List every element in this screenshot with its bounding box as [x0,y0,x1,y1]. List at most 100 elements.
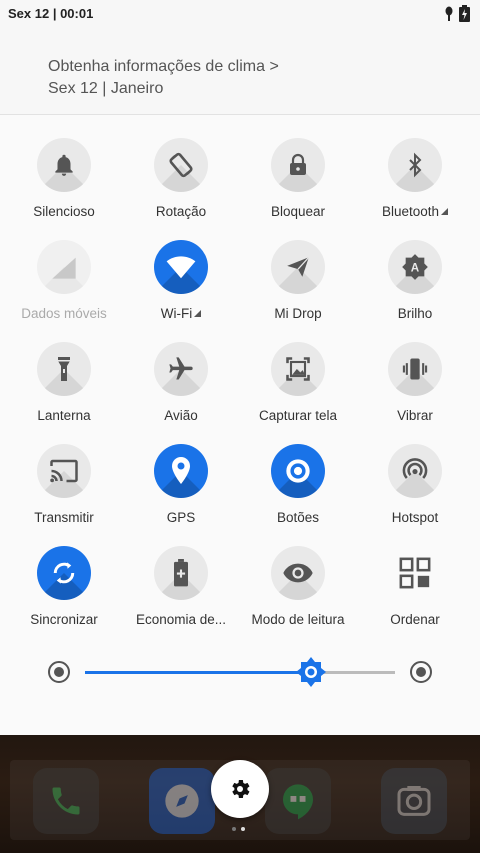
tile-label: GPS [166,510,196,525]
tile-circle [37,240,91,294]
tile-circle [271,444,325,498]
tile-botoes[interactable]: Botões [238,444,358,540]
tile-circle [37,546,91,600]
tile-circle [37,444,91,498]
browser-app[interactable] [149,768,215,834]
tile-circle [154,240,208,294]
tile-circle [271,138,325,192]
tile-label: Transmitir [34,510,94,525]
tile-silencioso[interactable]: Silencioso [4,138,124,234]
tile-label-text: Wi-Fi [160,306,193,321]
tile-label: Hotspot [391,510,439,525]
tile-bloquear[interactable]: Bloquear [238,138,358,234]
svg-text:A: A [411,262,420,275]
tile-wifi[interactable]: Wi-Fi [121,240,241,336]
tile-ordenar[interactable]: Ordenar [355,546,475,642]
eye-icon [283,563,313,583]
phone-icon [52,787,80,815]
tile-label: Mi Drop [274,306,322,321]
tile-circle [154,444,208,498]
tile-rotacao[interactable]: Rotação [121,138,241,234]
tile-label: Lanterna [37,408,91,423]
brightness-max-icon [410,661,432,683]
tile-label: Dados móveis [21,306,107,321]
location-icon [172,457,190,484]
auto-brightness-icon: A [402,254,428,280]
gear-icon [232,780,250,798]
tile-lanterna[interactable]: Lanterna [4,342,124,438]
notification-dot-icon [445,6,453,21]
tile-sincronizar[interactable]: Sincronizar [4,546,124,642]
tile-label: Bloquear [270,204,326,219]
tile-hotspot[interactable]: Hotspot [355,444,475,540]
sync-icon [53,562,75,584]
tile-economia-de-bateria[interactable]: Economia de... [121,546,241,642]
expand-triangle-icon[interactable] [441,208,449,215]
tile-circle [271,546,325,600]
lock-icon [290,153,306,175]
brightness-track-fill [85,671,312,674]
tile-capturar-tela[interactable]: Capturar tela [238,342,358,438]
vibrate-icon [402,358,428,380]
phone-app[interactable] [33,768,99,834]
tile-modo-de-leitura[interactable]: Modo de leitura [238,546,358,642]
tile-vibrar[interactable]: Vibrar [355,342,475,438]
bluetooth-icon [409,152,422,178]
notification-header: Obtenha informações de clima > Sex 12 | … [0,28,480,115]
grid-edit-icon [399,557,431,589]
tile-circle [154,342,208,396]
hotspot-icon [402,458,428,479]
hangouts-icon [283,784,313,820]
tile-circle [37,138,91,192]
tile-transmitir[interactable]: Transmitir [4,444,124,540]
rotation-icon [169,152,193,178]
tile-label: Botões [276,510,320,525]
flashlight-icon [58,357,70,381]
buttons-icon [286,459,310,483]
brightness-thumb[interactable] [295,656,327,688]
page-indicator [232,827,245,831]
tile-circle [154,546,208,600]
camera-app[interactable] [381,768,447,834]
airplane-icon [169,357,193,380]
hangouts-app[interactable] [265,768,331,834]
tile-brilho[interactable]: A Brilho [355,240,475,336]
tile-circle [37,342,91,396]
tile-bluetooth[interactable]: Bluetooth [355,138,475,234]
weather-link[interactable]: Obtenha informações de clima > [48,58,279,76]
tile-label: Wi-Fi [121,306,241,321]
tile-label: Avião [164,408,198,423]
tile-label: Rotação [155,204,207,219]
tile-circle [388,138,442,192]
tile-label: Silencioso [33,204,95,219]
tile-mi-drop[interactable]: Mi Drop [238,240,358,336]
brightness-slider[interactable] [0,640,480,700]
header-date[interactable]: Sex 12 | Janeiro [48,80,163,98]
cast-icon [50,459,78,483]
tile-circle [388,342,442,396]
tile-label: Sincronizar [30,612,98,627]
home-screen-background [0,735,480,853]
tile-circle [154,138,208,192]
settings-button[interactable] [211,760,269,818]
screenshot-icon [286,357,310,381]
tile-circle [271,240,325,294]
tile-label: Bluetooth [355,204,475,219]
tile-label: Modo de leitura [251,612,345,627]
tile-dados-moveis[interactable]: Dados móveis [4,240,124,336]
wifi-icon [166,256,196,279]
battery-saver-icon [174,559,188,587]
tile-gps[interactable]: GPS [121,444,241,540]
tile-label-text: Bluetooth [381,204,440,219]
mobile-data-icon [52,257,76,279]
tile-circle [388,546,442,600]
camera-icon [397,786,431,816]
status-icons [445,5,470,22]
expand-triangle-icon[interactable] [194,310,202,317]
tile-circle: A [388,240,442,294]
battery-charging-icon [459,5,470,22]
tile-aviao[interactable]: Avião [121,342,241,438]
page-dot-active [241,827,245,831]
tile-label: Economia de... [135,612,227,627]
brightness-track[interactable] [85,671,395,674]
